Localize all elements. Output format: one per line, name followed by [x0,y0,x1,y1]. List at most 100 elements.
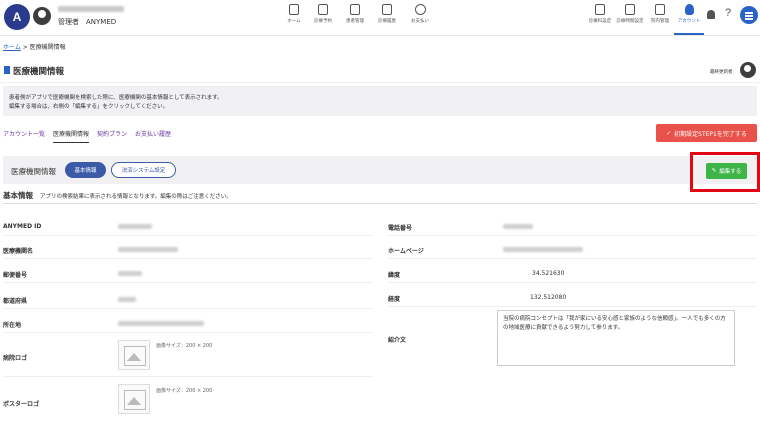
nav-history[interactable]: 診療履歴 [369,4,405,24]
nav-reservation-label: 診療予約 [314,19,332,24]
edit-button-label: 編集する [719,169,742,175]
logo-letter: A [12,10,22,24]
basic-info-button[interactable]: 基本情報 [65,162,106,178]
address-value [118,321,204,326]
title-bookmark-icon [4,66,10,74]
nav-active-underline [674,33,704,35]
check-icon: ✓ [666,129,672,137]
address-label: 所在地 [3,322,22,329]
payment-system-button[interactable]: 決済システム設定 [111,162,176,178]
info-line-2: 編集する場合は、右側の「編集する」をクリックしてください。 [9,104,169,110]
tab-account-list[interactable]: アカウント一覧 [3,129,45,143]
prefecture-value [118,297,136,302]
info-box: 患者側がアプリで医療機関を検索した際に、医療機関の基本情報として表示されます。 … [3,86,757,116]
edit-icon: ✎ [711,168,717,174]
nav-reservation[interactable]: 診療予約 [305,4,341,24]
department-icon [595,4,605,15]
patient-icon [350,4,360,15]
last-updated-label: 最終更新者 [710,70,733,75]
intro-text-box: 当院の病院コンセプトは「我が家にいる安心感と家族のような信頼感」。一人でも多くの… [497,310,735,366]
row-divider [3,258,373,259]
latitude-value: 34.521630 [532,270,565,277]
homepage-value [503,247,583,252]
menu-line-icon [745,15,753,17]
complete-step1-button[interactable]: ✓ 初期設定STEP1を完了する [656,124,757,142]
page-title: 医療機関情報 [13,67,65,77]
hospital-logo-image-placeholder [118,340,150,370]
nav-account-label: アカウント [677,19,701,24]
row-divider [388,282,757,283]
menu-line-icon [745,18,753,20]
postal-code-label: 郵便番号 [3,272,28,279]
admin-name: 管理者 ANYMED [58,18,117,26]
edit-button[interactable]: ✎ 編集する [706,163,747,179]
tab-payment-history[interactable]: お支払い履歴 [135,129,171,143]
breadcrumb-separator: > [20,44,30,51]
last-updated-avatar [740,62,756,78]
payment-icon [414,4,426,15]
clinic-name-blurred [58,6,124,12]
account-icon [684,4,694,15]
clock-icon [625,4,635,15]
prefecture-label: 都道府県 [3,298,28,305]
anymed-logo[interactable]: A [4,4,30,30]
poster-logo-image-placeholder [118,384,150,414]
nav-hours-label: 診療時間設定 [616,19,644,24]
tab-clinic-info[interactable]: 医療機関情報 [53,129,90,143]
history-icon [382,4,392,15]
poster-logo-label: ポスターロゴ [3,401,40,408]
info-line-1: 患者側がアプリで医療機関を検索した際に、医療機関の基本情報として表示されます。 [9,95,223,101]
latitude-label: 緯度 [388,272,401,279]
phone-label: 電話番号 [388,225,413,232]
intro-label: 紹介文 [388,337,407,344]
nav-department-label: 診療科設定 [588,19,612,24]
row-divider [388,235,757,236]
nav-account[interactable]: アカウント [671,4,707,24]
row-divider [3,308,373,309]
hospital-logo-size: 画像サイズ：200 × 200 [156,343,213,349]
section-title: 医療機関情報 [11,167,56,176]
row-divider [3,282,373,283]
longitude-label: 経度 [388,296,401,303]
row-divider [3,332,373,333]
nav-payment-label: お支払い [411,19,429,24]
clinic-name-value [118,247,178,252]
basic-info-note: アプリの検索結果に表示される情報となります。編集の際はご注意ください。 [40,194,232,200]
menu-button[interactable] [740,6,758,24]
phone-value [503,224,533,229]
breadcrumb: ホーム > 医療機関情報 [3,42,66,51]
anymed-id-value [118,224,152,229]
calendar-icon [318,4,328,15]
row-divider [3,235,373,236]
breadcrumb-current: 医療機関情報 [29,44,66,51]
anymed-id-label: ANYMED ID [3,223,42,230]
menu-line-icon [745,12,753,14]
nav-payment[interactable]: お支払い [402,4,438,24]
breadcrumb-home-link[interactable]: ホーム [3,44,21,51]
home-icon [289,4,299,15]
account-tabs: アカウント一覧 医療機関情報 契約プラン お支払い履歴 [3,129,171,143]
basic-info-heading: 基本情報 [3,191,33,200]
hospital-logo-label: 病院ロゴ [3,355,28,362]
homepage-label: ホームページ [388,248,424,255]
postal-code-value [118,271,142,276]
help-icon[interactable]: ? [725,7,731,19]
bell-icon[interactable] [707,10,715,19]
nav-patients[interactable]: 患者管理 [337,4,373,24]
nav-history-label: 診療履歴 [378,19,396,24]
nav-home-label: ホーム [287,19,301,24]
longitude-value: 132.512080 [530,294,567,301]
section-header: 医療機関情報 基本情報 決済システム設定 [3,156,757,184]
clinic-name-label: 医療機関名 [3,248,34,255]
row-divider [3,376,373,377]
user-avatar[interactable] [33,7,51,25]
page-title-bar: 医療機関情報 最終更新者 [0,55,760,83]
complete-step1-label: 初期設定STEP1を完了する [674,130,747,138]
tab-contract-plan[interactable]: 契約プラン [97,129,127,143]
folder-icon [655,4,665,15]
nav-internal-label: 院内管理 [651,19,669,24]
row-divider [388,306,757,307]
nav-patients-label: 患者管理 [346,19,364,24]
intro-text: 当院の病院コンセプトは「我が家にいる安心感と家族のような信頼感」。一人でも多くの… [503,316,726,331]
top-bar: A 管理者 ANYMED ホーム 診療予約 患者管理 診療履歴 お支払い 診療科… [0,0,760,36]
